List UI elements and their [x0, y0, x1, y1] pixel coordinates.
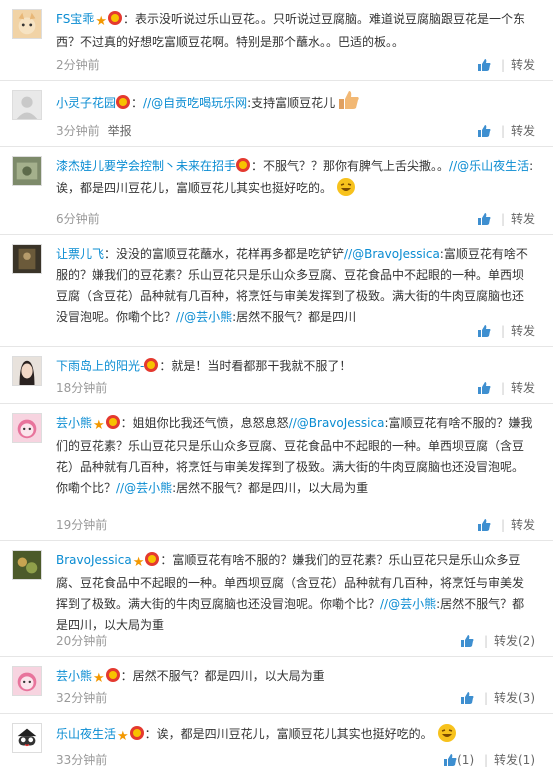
comment-text: ：姐姐你比我还气愤，息怒息怒 [120, 416, 289, 430]
timestamp[interactable]: 3分钟前 [56, 124, 100, 138]
thumbs-up-icon[interactable] [477, 58, 491, 77]
comment-item: BravoJessica★ ：富顺豆花有啥不服的？嫌我们的豆花素？乐山豆花只是乐山… [0, 541, 553, 657]
comment-item: 芸小熊★ ：姐姐你比我还气愤，息怒息怒//@BravoJessica:富顺豆花有啥… [0, 404, 553, 541]
comment-text: ：居然不服气？都是四川，以大局为重 [120, 669, 325, 683]
timestamp[interactable]: 33分钟前 [56, 753, 107, 767]
avatar[interactable] [12, 666, 42, 696]
thumbs-up-icon[interactable] [477, 518, 491, 537]
comment-text: ：不服气？？那你有脾气上舌尖撒。。 [251, 159, 450, 173]
comment-item: 乐山夜生活★ ：诶，都是四川豆花儿，富顺豆花儿其实也挺好吃的。 33分钟前 (1)… [0, 714, 553, 775]
timestamp[interactable]: 18分钟前 [56, 381, 107, 395]
avatar[interactable] [12, 550, 42, 580]
comment-text: :支持富顺豆花儿 [247, 96, 336, 110]
comment-item: 让票儿飞：没没的富顺豆花蘸水，花样再多都是吃铲铲//@BravoJessica:… [0, 235, 553, 347]
timestamp[interactable]: 20分钟前 [56, 634, 107, 648]
repost-button[interactable]: 转发 [511, 124, 535, 138]
member-icon [129, 726, 144, 740]
avatar[interactable] [12, 413, 42, 443]
username-link[interactable]: 漆杰娃儿要学会控制丶未来在招手 [56, 159, 236, 173]
repost-button[interactable]: 转发 [511, 58, 535, 72]
username-link[interactable]: 芸小熊 [56, 669, 92, 683]
repost-button[interactable]: 转发 [511, 518, 535, 532]
member-icon [145, 552, 160, 566]
comment-text: ：就是！当时看都那干我就不服了！ [159, 359, 352, 373]
star-icon: ★ [93, 418, 105, 433]
repost-button[interactable]: 转发 [511, 212, 535, 226]
username-link[interactable]: 下雨岛上的阳光- [56, 359, 144, 373]
star-icon: ★ [132, 555, 145, 570]
comment-item: 芸小熊★ ：居然不服气？都是四川，以大局为重 32分钟前 | 转发(3) [0, 657, 553, 714]
mention-link[interactable]: //@乐山夜生活 [449, 159, 529, 173]
repost-button[interactable]: 转发 [511, 324, 535, 338]
thumbs-up-icon[interactable] [460, 691, 474, 710]
comment-text: ：没没的富顺豆花蘸水，花样再多都是吃铲铲 [104, 247, 345, 261]
mention-link[interactable]: //@BravoJessica [289, 416, 385, 430]
username-link[interactable]: 芸小熊 [56, 416, 92, 430]
thumbs-up-icon[interactable] [477, 381, 491, 400]
thumbs-up-icon[interactable] [477, 324, 491, 343]
comment-item: 漆杰娃儿要学会控制丶未来在招手 ：不服气？？那你有脾气上舌尖撒。。//@乐山夜生活… [0, 147, 553, 235]
repost-button[interactable]: 转发(1) [494, 753, 535, 767]
star-icon: ★ [93, 671, 105, 686]
star-icon: ★ [117, 729, 129, 744]
report-link[interactable]: 举报 [108, 124, 132, 138]
thumbs-up-icon[interactable] [477, 124, 491, 143]
comment-feed: FS宝乖★ ：表示没听说过乐山豆花。。只听说过豆腐脑。难道说豆腐脑跟豆花是一个东西… [0, 0, 553, 775]
repost-button[interactable]: 转发(3) [494, 691, 535, 705]
comment-item: FS宝乖★ ：表示没听说过乐山豆花。。只听说过豆腐脑。难道说豆腐脑跟豆花是一个东西… [0, 0, 553, 81]
comment-item: 下雨岛上的阳光- ：就是！当时看都那干我就不服了！ 18分钟前 | 转发 [0, 347, 553, 404]
member-icon [105, 415, 120, 429]
thumbs-up-icon[interactable] [477, 212, 491, 231]
comment-item: 小灵子花园 ：//@自贡吃喝玩乐网:支持富顺豆花儿 3分钟前 举报 | 转发 [0, 81, 553, 147]
mention-link[interactable]: //@BravoJessica [344, 247, 440, 261]
mention-link[interactable]: //@芸小熊 [380, 597, 436, 611]
timestamp[interactable]: 19分钟前 [56, 518, 107, 532]
repost-button[interactable]: 转发 [511, 381, 535, 395]
avatar[interactable] [12, 90, 42, 120]
username-link[interactable]: 小灵子花园 [56, 96, 116, 110]
avatar[interactable] [12, 723, 42, 753]
repost-button[interactable]: 转发(2) [494, 634, 535, 648]
member-icon [107, 11, 122, 25]
avatar[interactable] [12, 244, 42, 274]
member-icon [236, 158, 251, 172]
comment-text-quoted: :居然不服气？都是四川，以大局为重 [172, 481, 369, 495]
separator-text: ： [131, 96, 144, 110]
avatar[interactable] [12, 9, 42, 39]
laughing-emoji-icon [336, 177, 356, 204]
mention-link[interactable]: //@自贡吃喝玩乐网 [143, 96, 247, 110]
timestamp[interactable]: 6分钟前 [56, 212, 100, 226]
member-icon [116, 95, 131, 109]
thumbs-up-icon[interactable] [460, 634, 474, 653]
avatar[interactable] [12, 156, 42, 186]
like-count[interactable]: (1) [457, 753, 474, 767]
username-link[interactable]: 让票儿飞 [56, 247, 104, 261]
avatar[interactable] [12, 356, 42, 386]
comment-text: ：表示没听说过乐山豆花。。只听说过豆腐脑。难道说豆腐脑跟豆花是一个东西？不过真的… [56, 12, 525, 49]
timestamp[interactable]: 2分钟前 [56, 58, 100, 72]
timestamp[interactable]: 32分钟前 [56, 691, 107, 705]
thumbs-up-emoji-icon [338, 90, 360, 117]
member-icon [144, 358, 159, 372]
username-link[interactable]: 乐山夜生活 [56, 727, 116, 741]
username-link[interactable]: BravoJessica [56, 553, 132, 567]
comment-text: ：诶，都是四川豆花儿，富顺豆花儿其实也挺好吃的。 [144, 727, 433, 741]
laughing-emoji-icon [437, 723, 457, 750]
star-icon: ★ [95, 14, 107, 29]
mention-link[interactable]: //@芸小熊 [116, 481, 172, 495]
thumbs-up-icon[interactable] [443, 753, 457, 772]
username-link[interactable]: FS宝乖 [56, 12, 94, 26]
member-icon [105, 668, 120, 682]
